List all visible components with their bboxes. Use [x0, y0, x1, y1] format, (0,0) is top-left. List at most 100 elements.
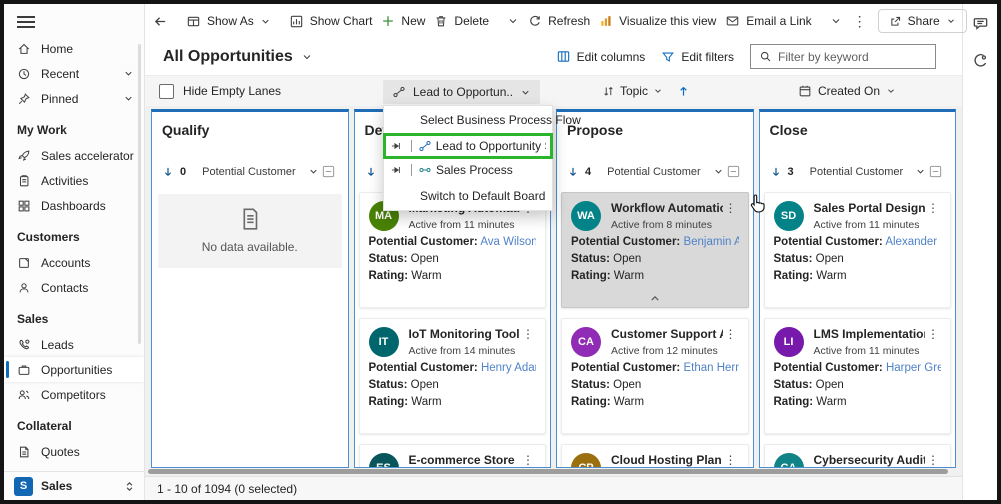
customer-link[interactable]: Alexander ... [883, 236, 941, 248]
chevron-down-icon [520, 87, 531, 98]
sidebar-item-accounts[interactable]: Accounts [4, 250, 144, 275]
area-switcher-icon[interactable] [123, 480, 136, 493]
avatar: WA [571, 201, 601, 231]
sidebar-item-contacts[interactable]: Contacts [4, 275, 144, 300]
sidebar-item-dashboards[interactable]: Dashboards [4, 193, 144, 218]
rocket-icon [17, 149, 31, 163]
opportunity-card-sales-portal-design[interactable]: SDSales Portal DesignActive from 11 minu… [764, 192, 952, 308]
card-menu-icon[interactable]: ⋮ [925, 201, 941, 215]
sidebar-item-activities[interactable]: Activities [4, 168, 144, 193]
collapse-lane-icon[interactable] [726, 164, 741, 179]
menu-item-switch-default-board[interactable]: Switch to Default Board [384, 182, 552, 210]
sidebar-item-recent[interactable]: Recent [4, 61, 144, 86]
opportunity-card-customer-support-app[interactable]: CACustomer Support AppActive from 12 min… [561, 318, 749, 434]
status-label: Status: [571, 379, 610, 391]
sort-direction-icon[interactable] [677, 85, 690, 98]
new-button[interactable]: New [381, 14, 425, 28]
hide-empty-lanes-checkbox[interactable] [159, 84, 174, 99]
opportunity-card-lms-implementation[interactable]: LILMS ImplementationActive from 11 minut… [764, 318, 952, 434]
card-menu-icon[interactable]: ⋮ [723, 327, 739, 341]
unpin-icon [390, 140, 405, 152]
filter-keyword-input[interactable] [778, 50, 927, 64]
share-icon [889, 15, 902, 28]
visualize-view-button[interactable]: Visualize this view [599, 14, 716, 28]
share-button[interactable]: Share [878, 9, 967, 33]
card-menu-icon[interactable]: ⋮ [520, 327, 536, 341]
opportunity-card-cloud-hosting-plan[interactable]: CPCloud Hosting Plan⋮ [561, 444, 749, 467]
process-option-lead-to-opportunity-sales[interactable]: Lead to Opportunity Sales ... [384, 134, 552, 158]
avatar: CA [774, 453, 804, 467]
chevron-down-icon[interactable] [713, 166, 724, 177]
customer-link[interactable]: Ava Wilson [478, 236, 536, 248]
lane-aggregate-field: Potential Customer [202, 166, 296, 178]
opportunity-card-workflow-automation[interactable]: WAWorkflow AutomationActive from 8 minut… [561, 192, 749, 308]
process-flow-icon [392, 85, 406, 99]
process-flow-selector-label: Lead to Opportun.. [413, 85, 513, 99]
hamburger-menu-icon[interactable] [17, 16, 35, 28]
customer-link[interactable]: Ethan Hern... [680, 362, 738, 374]
opportunity-card-iot-monitoring-tool[interactable]: ITIoT Monitoring ToolActive from 14 minu… [359, 318, 547, 434]
sort-field-selector[interactable]: Topic [602, 84, 663, 98]
more-commands-icon[interactable]: ⋮ [851, 13, 869, 30]
horizontal-scrollbar[interactable] [145, 468, 962, 476]
sidebar-item-label: Home [41, 42, 73, 56]
menu-item-select-bpf[interactable]: Select Business Process Flow [384, 106, 552, 134]
search-icon [759, 50, 772, 63]
email-link-button[interactable]: Email a Link [725, 14, 811, 28]
sidebar-item-home[interactable]: Home [4, 36, 144, 61]
sidebar-item-leads[interactable]: Leads [4, 332, 144, 357]
edit-filters-button[interactable]: Edit filters [661, 50, 734, 64]
building-icon [17, 256, 31, 270]
group-by-date-selector[interactable]: Created On [798, 84, 896, 98]
lane-header: Propose4Potential Customer [557, 112, 753, 188]
delete-label: Delete [454, 14, 489, 28]
sort-descending-icon [567, 166, 579, 178]
sidebar-item-opportunities[interactable]: Opportunities [4, 357, 144, 382]
overflow-chevron-icon[interactable] [507, 15, 519, 27]
avatar: CA [571, 327, 601, 357]
customer-link[interactable]: Henry Adam... [478, 362, 536, 374]
overflow-chevron2-icon[interactable] [830, 15, 842, 27]
show-as-button[interactable]: Show As [186, 14, 271, 29]
trash-icon [434, 14, 448, 28]
lane-body: No data available. [152, 188, 348, 467]
feedback-chat-icon[interactable] [972, 15, 989, 32]
back-icon[interactable] [153, 14, 168, 29]
collapse-card-icon[interactable] [648, 292, 661, 305]
card-menu-icon[interactable]: ⋮ [925, 453, 941, 467]
sidebar-item-sales-accelerator[interactable]: Sales accelerator [4, 143, 144, 168]
chevron-down-icon[interactable] [915, 166, 926, 177]
visualize-chart-icon [599, 14, 613, 28]
edit-columns-button[interactable]: Edit columns [556, 49, 646, 64]
sidebar-item-competitors[interactable]: Competitors [4, 382, 144, 407]
sidebar-item-pinned[interactable]: Pinned [4, 86, 144, 111]
card-menu-icon[interactable]: ⋮ [520, 453, 536, 467]
customer-link[interactable]: Harper Gre... [883, 362, 941, 374]
opportunity-card-cybersecurity-audit[interactable]: CACybersecurity Audit⋮ [764, 444, 952, 467]
show-chart-button[interactable]: Show Chart [289, 14, 373, 29]
status-label: Status: [369, 379, 408, 391]
collapse-lane-icon[interactable] [928, 164, 943, 179]
sidebar-item-quotes[interactable]: Quotes [4, 439, 144, 464]
opportunity-card-e-commerce-store[interactable]: ESE-commerce Store⋮ [359, 444, 547, 467]
card-menu-icon[interactable]: ⋮ [723, 453, 739, 467]
chevron-down-icon[interactable] [308, 166, 319, 177]
card-menu-icon[interactable]: ⋮ [723, 201, 739, 215]
process-option-sales-process[interactable]: Sales Process [384, 158, 552, 182]
process-option-label: Sales Process [436, 163, 513, 177]
refresh-label: Refresh [548, 14, 590, 28]
edit-columns-label: Edit columns [577, 50, 646, 64]
copilot-icon[interactable] [972, 52, 989, 69]
refresh-button[interactable]: Refresh [528, 14, 590, 28]
delete-button[interactable]: Delete [434, 14, 489, 28]
rating-value: Warm [611, 396, 644, 408]
area-switcher[interactable]: S Sales [4, 471, 144, 500]
sort-arrows-icon [602, 85, 615, 98]
customer-link[interactable]: Benjamin A... [680, 236, 738, 248]
view-selector[interactable]: All Opportunities [163, 48, 313, 66]
sidebar-scrollbar[interactable] [138, 44, 141, 344]
collapse-lane-icon[interactable] [321, 164, 336, 179]
card-menu-icon[interactable]: ⋮ [925, 327, 941, 341]
process-flow-selector-button[interactable]: Lead to Opportun.. [383, 80, 540, 104]
command-bar: Show As Show Chart New Delete [145, 4, 962, 38]
